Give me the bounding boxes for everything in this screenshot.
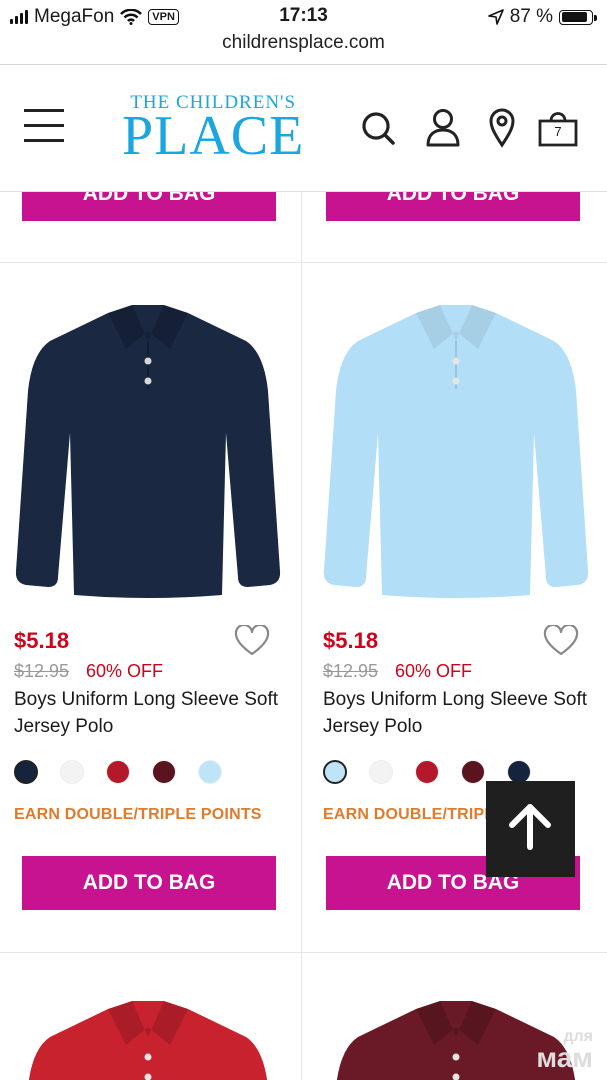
color-swatch[interactable] <box>106 760 130 784</box>
original-price: $12.95 <box>14 661 70 681</box>
arrow-up-icon <box>509 804 551 850</box>
color-swatch[interactable] <box>415 760 439 784</box>
add-to-bag-button[interactable]: ADD TO BAG <box>22 856 276 910</box>
battery-percent: 87 % <box>509 6 553 27</box>
heart-icon[interactable] <box>234 625 270 657</box>
discount-label: 60% OFF <box>86 661 164 681</box>
color-swatch[interactable] <box>14 760 38 784</box>
add-to-bag-button[interactable]: ADD TO BAG <box>326 191 580 221</box>
product-image[interactable] <box>10 301 286 603</box>
account-icon[interactable] <box>425 107 461 149</box>
logo-text-big: PLACE <box>122 105 305 167</box>
back-to-top-button[interactable] <box>486 781 575 877</box>
watermark-line2: мам <box>536 1042 593 1073</box>
product-image[interactable] <box>318 301 594 603</box>
row-divider <box>0 952 607 953</box>
product-name[interactable]: Boys Uniform Long Sleeve Soft Jersey Pol… <box>323 686 593 740</box>
discount-label: 60% OFF <box>395 661 473 681</box>
status-bar: MegaFon VPN 17:13 87 % <box>0 0 607 34</box>
product-card[interactable]: $5.18 $12.95 60% OFF Boys Uniform Long S… <box>0 263 301 951</box>
sale-price: $5.18 <box>14 628 70 653</box>
cart-icon[interactable]: 7 <box>538 107 578 149</box>
color-swatch[interactable] <box>323 760 347 784</box>
menu-icon[interactable] <box>24 109 64 143</box>
product-grid: ADD TO BAG ADD TO BAG $5.18 $12.95 60% O… <box>0 191 607 1080</box>
battery-icon <box>559 9 597 25</box>
earn-points-promo: EARN DOUBLE/TRIPLE POINTS <box>14 806 262 823</box>
watermark: для мам <box>536 1028 593 1073</box>
product-name[interactable]: Boys Uniform Long Sleeve Soft Jersey Pol… <box>14 686 284 740</box>
color-swatch[interactable] <box>461 760 485 784</box>
store-locator-icon[interactable] <box>488 107 516 149</box>
location-arrow-icon <box>487 9 504 25</box>
heart-icon[interactable] <box>543 625 579 657</box>
site-header: THE CHILDREN'S PLACE 7 <box>0 65 607 192</box>
color-swatch[interactable] <box>152 760 176 784</box>
color-swatch[interactable] <box>369 760 393 784</box>
url-bar[interactable]: childrensplace.com <box>0 32 607 54</box>
sale-price: $5.18 <box>323 628 379 653</box>
color-swatch[interactable] <box>198 760 222 784</box>
status-right: 87 % <box>487 6 597 28</box>
product-image[interactable] <box>10 997 286 1080</box>
color-swatch[interactable] <box>60 760 84 784</box>
add-to-bag-button[interactable]: ADD TO BAG <box>22 191 276 221</box>
search-icon[interactable] <box>360 107 396 147</box>
site-logo[interactable]: THE CHILDREN'S PLACE <box>122 93 305 167</box>
original-price: $12.95 <box>323 661 379 681</box>
cart-count: 7 <box>554 124 562 139</box>
